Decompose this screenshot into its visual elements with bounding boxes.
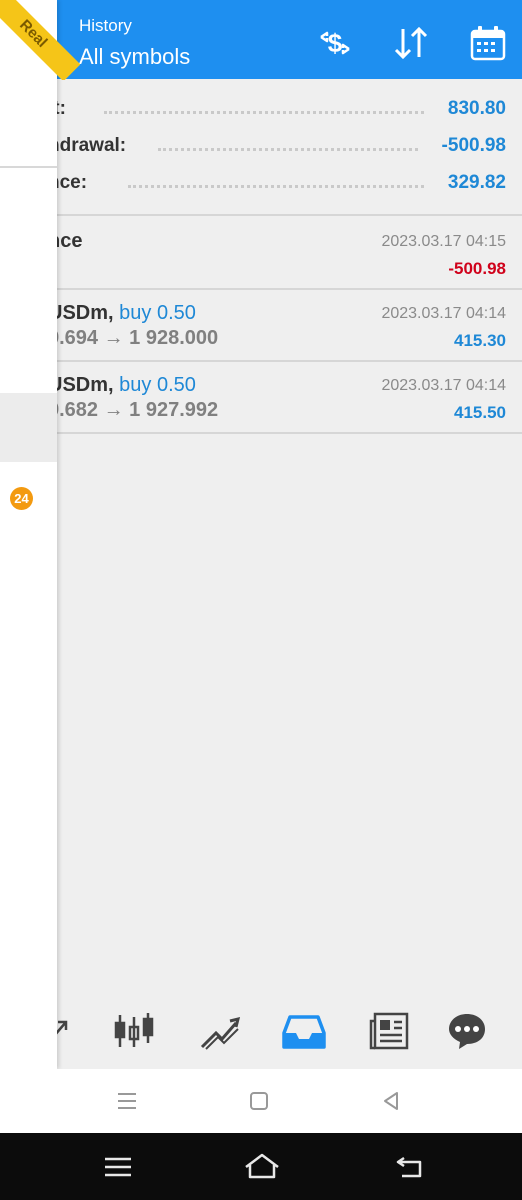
- dotted-leader: [104, 111, 424, 114]
- deal-amount: -500.98: [448, 259, 506, 278]
- back-icon[interactable]: [392, 1151, 428, 1183]
- deal-prices: 9.682 → 1 927.992: [48, 399, 219, 421]
- summary-row-withdrawal: ndrawal: -500.98: [0, 129, 522, 165]
- summary-value: 329.82: [447, 172, 506, 193]
- dotted-leader: [158, 148, 418, 151]
- calendar-icon[interactable]: [467, 22, 509, 64]
- recents-icon[interactable]: [100, 1151, 136, 1183]
- deal-time: 2023.03.17 04:15: [381, 233, 506, 250]
- menu-icon[interactable]: [112, 1087, 142, 1115]
- history-content: it: 830.80 ndrawal: -500.98 nce: 329.82 …: [0, 79, 522, 1069]
- newspaper-icon[interactable]: [367, 1011, 411, 1051]
- deal-row-buy[interactable]: USDm, buy 0.50 9.682 → 1 927.992 2023.03…: [0, 361, 522, 431]
- screen-title: History: [79, 16, 132, 35]
- summary-row-profit: it: 830.80: [0, 92, 522, 128]
- notification-badge: 24: [10, 487, 33, 510]
- account-type-label: Real: [0, 0, 80, 80]
- row-divider: [0, 432, 522, 434]
- deal-time: 2023.03.17 04:14: [381, 377, 506, 394]
- back-triangle-icon[interactable]: [376, 1087, 406, 1115]
- symbol-filter[interactable]: All symbols: [79, 44, 190, 70]
- deal-amount: 415.30: [454, 331, 506, 350]
- bottom-tab-bar: [0, 995, 522, 1069]
- deal-title: USDm, buy 0.50: [48, 302, 196, 324]
- summary-label: ndrawal:: [48, 135, 127, 156]
- drawer-divider: [0, 166, 57, 168]
- deal-row-balance[interactable]: nce 2023.03.17 04:15 -500.98: [0, 217, 522, 287]
- deal-amount: 415.50: [454, 403, 506, 422]
- section-divider: [0, 214, 522, 216]
- dotted-leader: [128, 185, 424, 188]
- system-navigation-bar: [0, 1133, 522, 1200]
- deal-row-buy[interactable]: USDm, buy 0.50 9.694 → 1 928.000 2023.03…: [0, 289, 522, 359]
- account-ribbon: Real: [0, 0, 80, 80]
- deal-title: USDm, buy 0.50: [48, 374, 196, 396]
- summary-value: 830.80: [447, 98, 506, 119]
- dollar-exchange-icon[interactable]: $: [314, 22, 356, 64]
- chat-bubble-icon[interactable]: [445, 1011, 489, 1051]
- deal-type: buy 0.50: [119, 374, 196, 396]
- summary-value: -500.98: [441, 135, 506, 156]
- side-drawer: Real 24: [0, 0, 80, 1069]
- candlestick-icon[interactable]: [112, 1011, 156, 1051]
- android-nav-bar: [0, 1069, 522, 1133]
- svg-text:$: $: [328, 28, 343, 58]
- home-icon[interactable]: [240, 1149, 284, 1183]
- deal-prices: 9.694 → 1 928.000: [48, 327, 219, 349]
- summary-row-balance: nce: 329.82: [0, 166, 522, 202]
- home-square-icon[interactable]: [244, 1087, 274, 1115]
- trade-icon[interactable]: [198, 1011, 242, 1051]
- inbox-icon[interactable]: [282, 1011, 326, 1051]
- deal-time: 2023.03.17 04:14: [381, 305, 506, 322]
- sort-icon[interactable]: [390, 22, 432, 64]
- deal-type: buy 0.50: [119, 302, 196, 324]
- drawer-selected-item[interactable]: [0, 393, 57, 462]
